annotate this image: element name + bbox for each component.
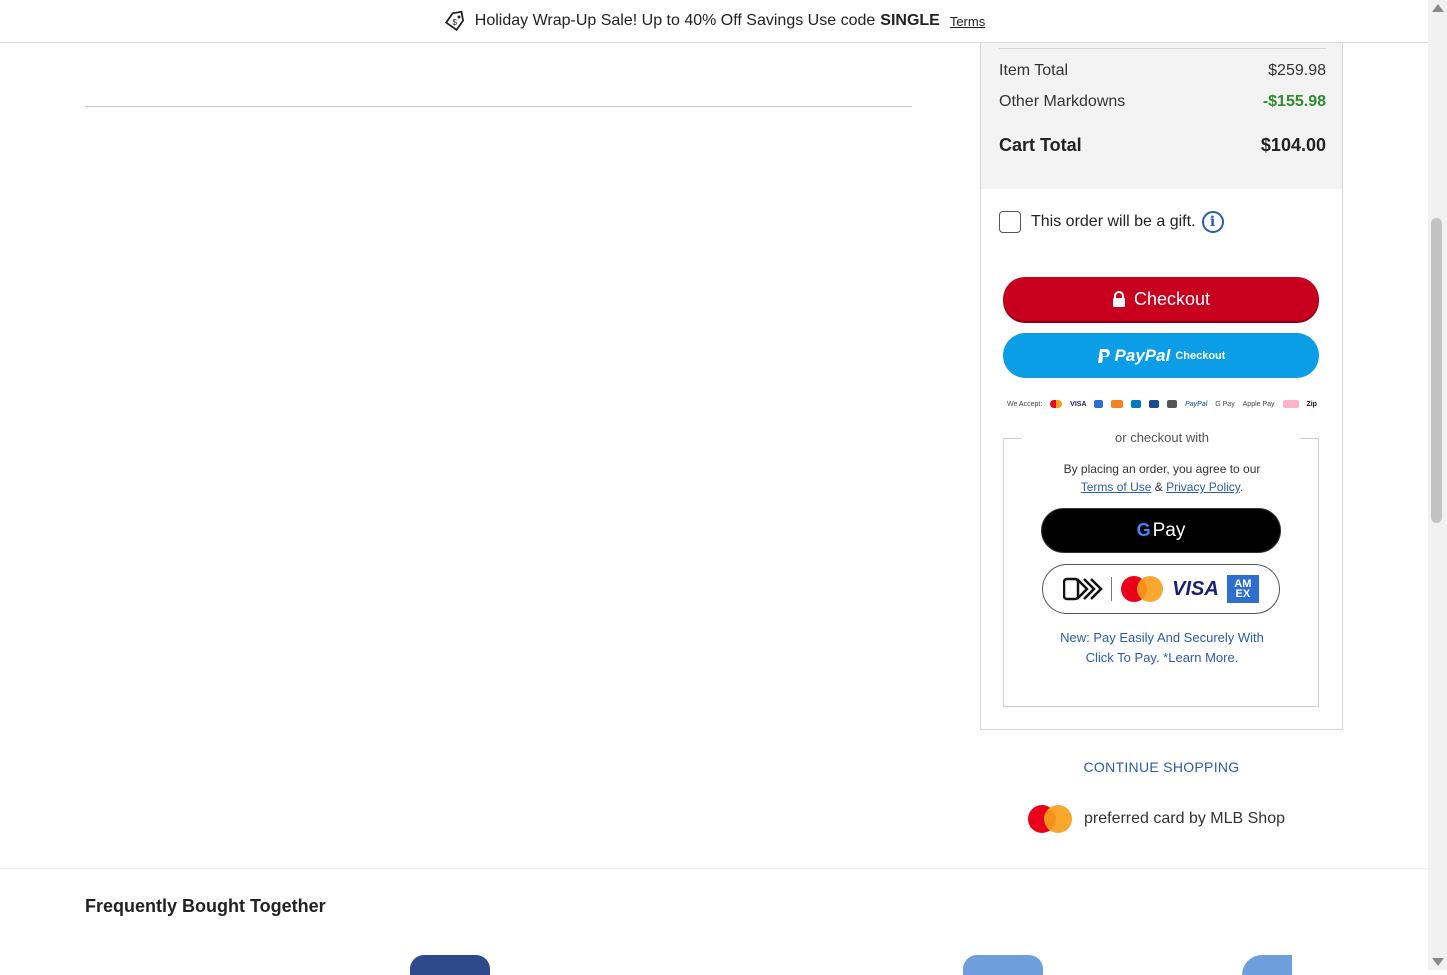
paypal-checkout-button[interactable]: PayPal Checkout [1003, 333, 1319, 378]
gift-checkbox[interactable] [999, 211, 1021, 233]
agreement-text: By placing an order, you agree to our Te… [1004, 460, 1320, 496]
preferred-card-text: preferred card by MLB Shop [1084, 810, 1285, 827]
click-to-pay-button[interactable]: VISA AM EX [1042, 564, 1280, 614]
click-to-pay-separator [1111, 577, 1113, 601]
visa-icon: VISA [1172, 577, 1219, 600]
totals-divider [999, 48, 1326, 49]
agreement-ampersand: & [1154, 480, 1163, 494]
click-to-pay-learn-more[interactable]: New: Pay Easily And Securely With Click … [1054, 628, 1270, 668]
gpay-label: Pay [1152, 519, 1186, 541]
google-pay-button[interactable]: G Pay [1041, 508, 1281, 553]
price-tag-icon: $ [444, 10, 464, 32]
product-image[interactable] [410, 955, 490, 975]
mastercard-logo-icon [1028, 805, 1072, 833]
diners-icon [1131, 400, 1142, 408]
promo-text: Holiday Wrap-Up Sale! Up to 40% Off Savi… [474, 12, 876, 29]
klarna-icon [1282, 400, 1299, 408]
order-summary-panel: Item Total $259.98 Other Markdowns -$155… [980, 43, 1343, 730]
discover-icon [1111, 400, 1124, 408]
paypal-brand: PayPal [1114, 345, 1171, 365]
click-to-pay-icon [1063, 577, 1103, 601]
promo-banner: $ Holiday Wrap-Up Sale! Up to 40% Off Sa… [0, 0, 1428, 43]
svg-text:$: $ [452, 18, 457, 27]
scroll-down-arrow-icon[interactable] [1432, 958, 1444, 966]
scrollbar-thumb[interactable] [1431, 218, 1442, 523]
cart-total-row: Cart Total $104.00 [999, 135, 1326, 156]
amex-icon: AM EX [1226, 575, 1259, 603]
item-total-label: Item Total [999, 62, 1069, 79]
terms-of-use-link[interactable]: Terms of Use [1081, 480, 1152, 494]
continue-shopping-link[interactable]: CONTINUE SHOPPING [980, 759, 1343, 775]
lock-icon [1112, 291, 1125, 307]
gift-option: This order will be a gift. i [999, 211, 1224, 233]
preferred-card-promo[interactable]: preferred card by MLB Shop [1028, 805, 1285, 833]
cart-items-divider [85, 106, 912, 107]
order-totals: Item Total $259.98 Other Markdowns -$155… [981, 43, 1342, 189]
other-markdowns-label: Other Markdowns [999, 93, 1126, 110]
zip-icon: Zip [1306, 400, 1317, 408]
frequently-bought-title: Frequently Bought Together [85, 896, 326, 916]
alt-checkout-box: or checkout with By placing an order, yo… [1003, 430, 1320, 707]
page-scrollbar[interactable] [1428, 0, 1447, 970]
click-to-pay-icon [1167, 400, 1178, 408]
product-image[interactable] [963, 955, 1043, 975]
paypal-small-icon: PayPal [1185, 400, 1208, 408]
privacy-policy-link[interactable]: Privacy Policy [1166, 480, 1240, 494]
item-total-value: $259.98 [1268, 62, 1326, 79]
paypal-logo-icon [1097, 348, 1110, 363]
cart-total-label: Cart Total [999, 135, 1082, 155]
applepay-small-icon: Apple Pay [1242, 400, 1275, 408]
agreement-period: . [1239, 480, 1244, 494]
visa-icon: VISA [1070, 400, 1087, 408]
info-icon[interactable]: i [1201, 211, 1224, 233]
we-accept-label: We Accept: [1007, 400, 1043, 408]
google-g-icon: G [1136, 520, 1151, 540]
cart-total-value: $104.00 [1260, 135, 1326, 155]
mastercard-icon [1121, 576, 1164, 602]
mastercard-icon [1050, 400, 1063, 408]
promo-terms-link[interactable]: Terms [950, 14, 985, 29]
gpay-small-icon: G Pay [1215, 400, 1235, 408]
checkout-button[interactable]: Checkout [1003, 277, 1319, 321]
item-total-row: Item Total $259.98 [999, 62, 1326, 80]
other-markdowns-value: -$155.98 [1262, 93, 1326, 110]
product-image[interactable] [1242, 955, 1292, 975]
accepted-payments-row: We Accept: VISA PayPal G Pay Apple Pay Z… [1007, 398, 1317, 410]
paypal-label: Checkout [1175, 349, 1226, 362]
other-markdowns-row: Other Markdowns -$155.98 [999, 93, 1326, 111]
checkout-label: Checkout [1133, 288, 1211, 309]
jcb-icon [1149, 400, 1160, 408]
frequently-bought-section [0, 868, 1428, 970]
or-checkout-with-label: or checkout with [1115, 430, 1209, 445]
gift-label[interactable]: This order will be a gift. [1031, 213, 1196, 231]
amex-icon [1094, 400, 1104, 408]
promo-code: SINGLE [880, 12, 940, 29]
agreement-lead: By placing an order, you agree to our [1063, 462, 1261, 476]
scroll-up-arrow-icon[interactable] [1432, 4, 1444, 12]
